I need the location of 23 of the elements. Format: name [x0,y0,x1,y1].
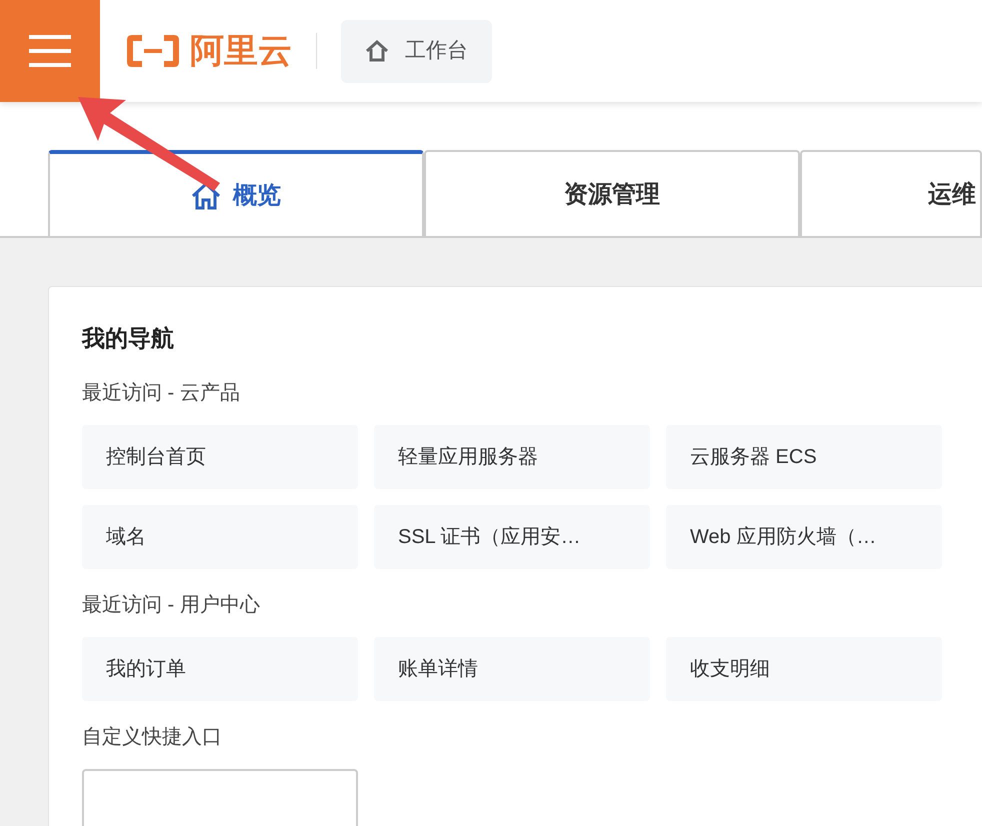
nav-tile[interactable]: 域名 [82,505,358,569]
menu-button[interactable] [0,0,100,102]
nav-tile[interactable]: 控制台首页 [82,425,358,489]
nav-tile[interactable]: 我的订单 [82,637,358,701]
home-icon [191,182,221,210]
section-title: 自定义快捷入口 [82,727,223,747]
nav-tile[interactable]: 收支明细 [666,637,942,701]
nav-tile[interactable]: 账单详情 [374,637,650,701]
tab[interactable]: 运维 [800,150,982,238]
section-title: 最近访问 - 云产品 [82,383,241,403]
add-entry-box[interactable] [82,769,358,826]
workbench-button[interactable]: 工作台 [341,20,492,82]
nav-tile[interactable]: 云服务器 ECS [666,425,942,489]
nav-tile[interactable]: SSL 证书（应用安… [374,505,650,569]
nav-tile[interactable]: Web 应用防火墙（… [666,505,942,569]
menu-icon [29,34,71,68]
card-title: 我的导航 [82,327,175,350]
logo-icon [124,32,182,70]
tab[interactable]: 资源管理 [424,150,800,238]
logo-text: 阿里云 [190,34,292,68]
section-title: 最近访问 - 用户中心 [82,595,261,615]
home-icon [365,40,389,62]
nav-tile[interactable]: 轻量应用服务器 [374,425,650,489]
